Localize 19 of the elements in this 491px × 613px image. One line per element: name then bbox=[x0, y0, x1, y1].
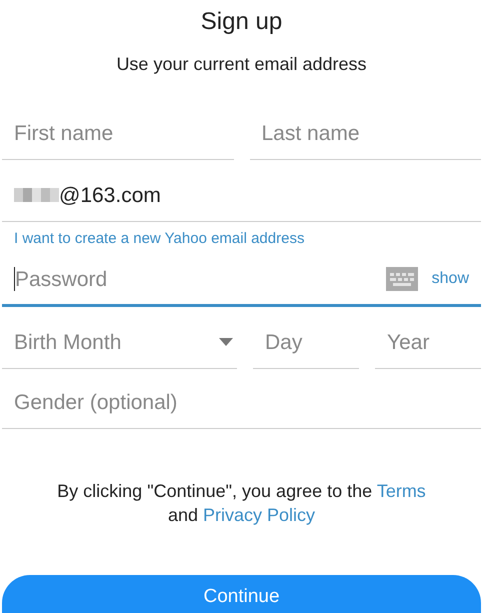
year-field[interactable]: Year bbox=[387, 326, 469, 358]
keyboard-icon[interactable] bbox=[386, 267, 418, 292]
birth-month-select[interactable]: Birth Month bbox=[14, 326, 219, 358]
password-field[interactable]: Password bbox=[15, 264, 386, 296]
terms-link[interactable]: Terms bbox=[376, 480, 426, 501]
email-field[interactable]: @163.com bbox=[59, 180, 469, 212]
create-yahoo-email-link[interactable]: I want to create a new Yahoo email address bbox=[14, 228, 304, 250]
continue-button[interactable]: Continue bbox=[2, 574, 481, 613]
day-field[interactable]: Day bbox=[265, 326, 347, 358]
page-title: Sign up bbox=[200, 8, 284, 37]
text-cursor bbox=[14, 267, 15, 292]
gender-field[interactable]: Gender (optional) bbox=[14, 386, 469, 418]
name-field[interactable]: First name bbox=[14, 118, 222, 150]
name-field[interactable]: Last name bbox=[262, 118, 469, 150]
agreement-text: By clicking "Continue", you agree to the Terms and Privacy Policy bbox=[56, 480, 427, 527]
subtitle: Use your current email address bbox=[115, 52, 368, 76]
privacy-policy-link[interactable]: Privacy Policy bbox=[203, 504, 316, 525]
caret-icon bbox=[219, 338, 233, 346]
show-password-link[interactable]: show bbox=[432, 267, 469, 292]
